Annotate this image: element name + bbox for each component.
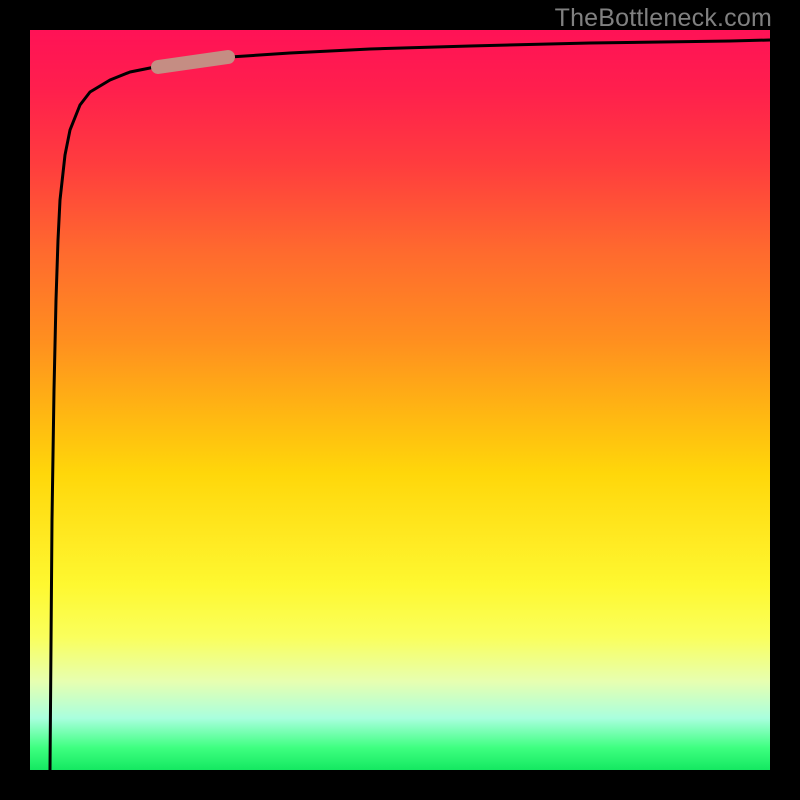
performance-curve — [50, 40, 770, 770]
highlight-segment — [158, 57, 228, 67]
chart-curve-layer — [30, 30, 770, 770]
watermark-text: TheBottleneck.com — [555, 4, 772, 33]
